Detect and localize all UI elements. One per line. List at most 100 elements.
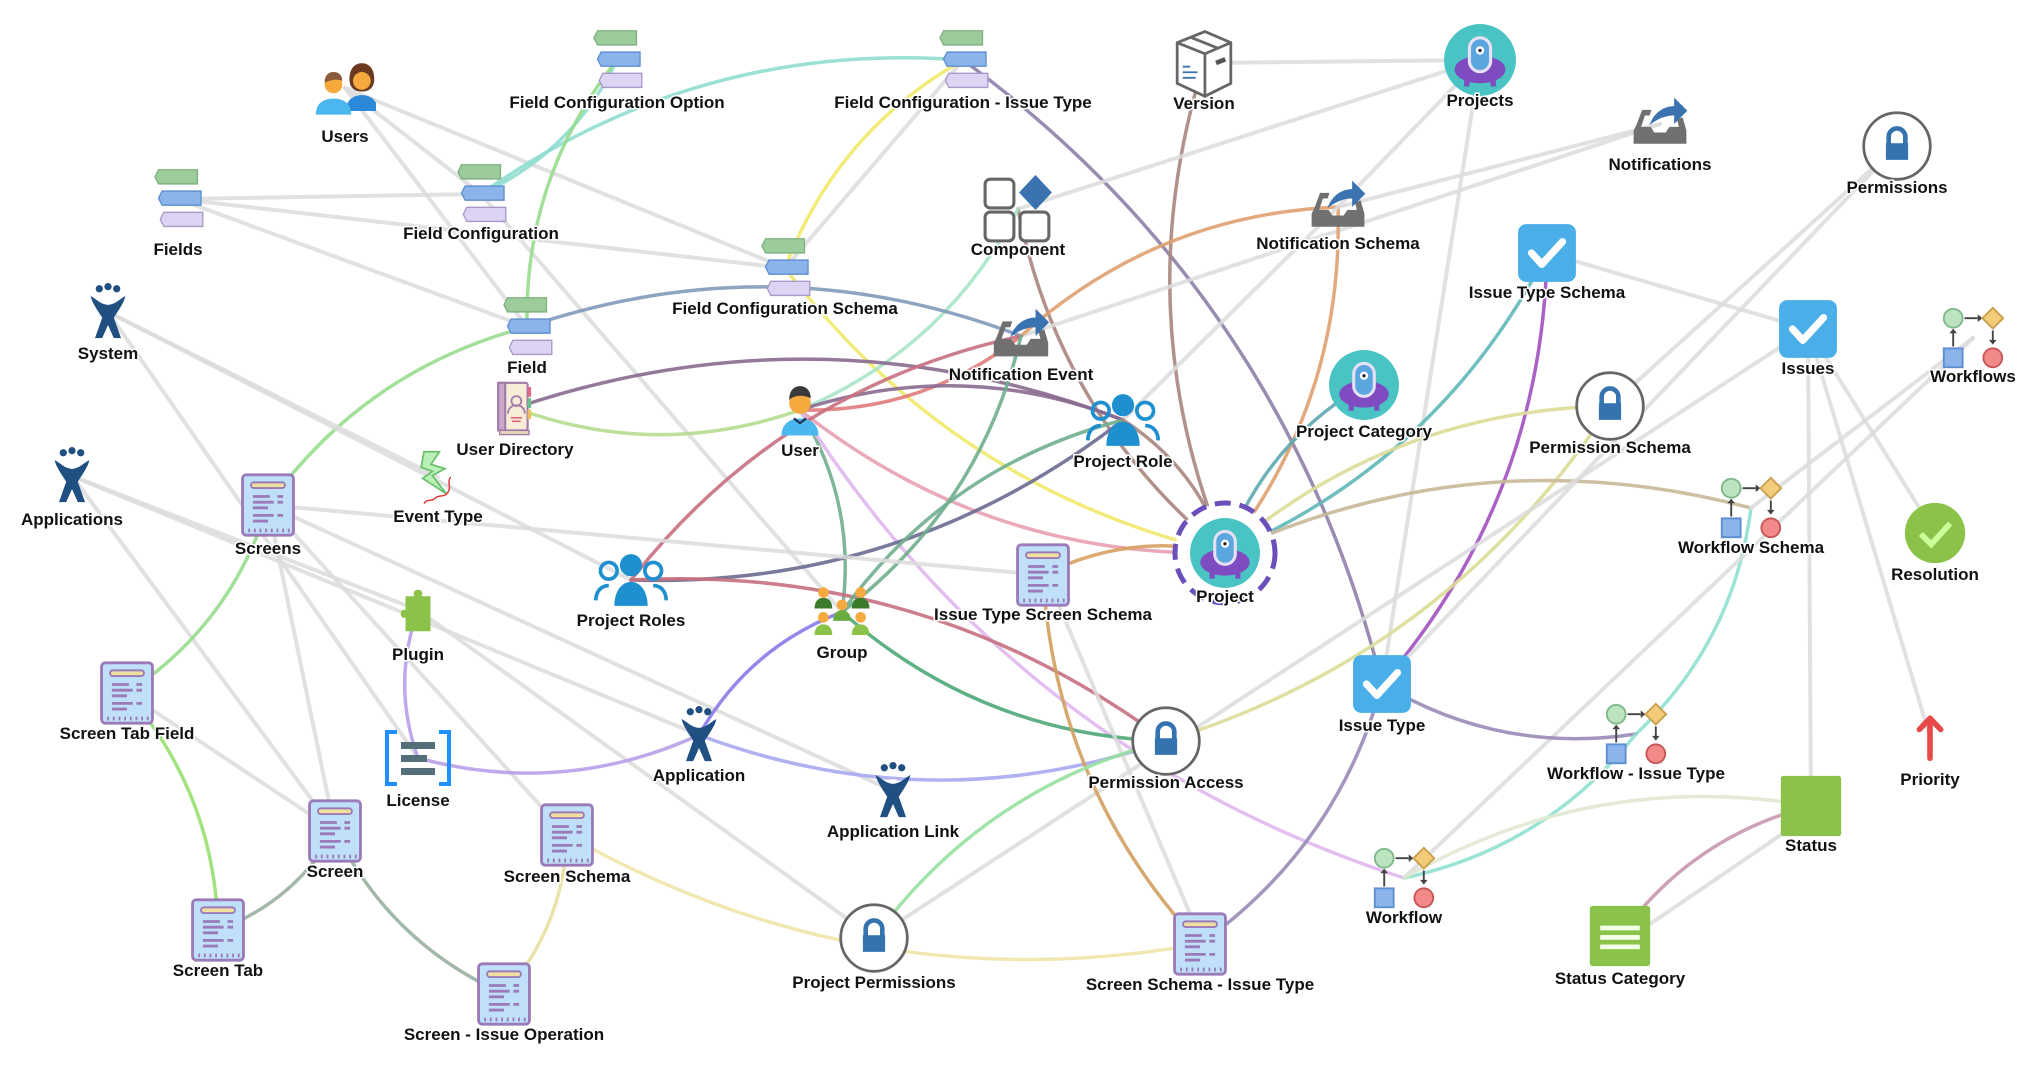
node-project-permissions[interactable]: Project Permissions [791,905,957,994]
edge-plugin-project-permissions [416,608,876,940]
atlassian-logo-icon [875,762,911,818]
node-label: Issue Type Screen Schema [934,605,1153,624]
license-bracket-icon [387,732,449,784]
fields-stack-icon [503,296,553,356]
node-label: Project Permissions [792,973,955,992]
green-square-icon [1780,775,1842,837]
screen-doc-icon [476,962,532,1026]
node-label: Permission Access [1088,773,1243,792]
notification-tray-icon [1633,97,1688,144]
node-label: Resolution [1891,565,1979,584]
screen-doc-icon [190,898,246,962]
node-label: User Directory [456,440,574,459]
node-screen-tab[interactable]: Screen Tab [171,898,265,982]
node-project-roles[interactable]: Project Roles [575,554,687,632]
node-label: Users [321,127,368,146]
node-workflows[interactable]: Workflows [1929,306,2017,388]
node-label: Field Configuration Option [509,93,724,112]
node-label: Workflows [1930,367,2016,386]
project-avatar-icon [1328,349,1400,421]
edge-plugin-license [403,608,420,760]
screen-doc-icon [539,803,595,867]
node-label: Application [653,766,746,785]
node-fields[interactable]: Fields [152,168,204,261]
node-label: Screens [235,539,301,558]
node-screen-tab-field[interactable]: Screen Tab Field [58,661,196,745]
puzzle-piece-icon [400,589,431,632]
fields-stack-icon [154,168,204,228]
node-label: Event Type [393,507,482,526]
screen-doc-icon [1015,543,1071,607]
node-label: Status Category [1555,969,1686,988]
node-screens[interactable]: Screens [233,473,303,560]
node-resolution[interactable]: Resolution [1890,503,1980,586]
edge-screens-screen-schema [266,503,569,837]
edge-issues-status [1806,327,1813,808]
edge-group-permission-access [840,610,1168,743]
screen-doc-icon [99,661,155,725]
node-label: Component [971,240,1066,259]
node-label: Issue Type [1339,716,1426,735]
node-workflow[interactable]: Workflow [1364,846,1444,929]
fields-stack-icon [593,29,643,89]
node-label: Fields [153,240,202,259]
node-projects[interactable]: Projects [1443,23,1517,112]
node-status-category[interactable]: Status Category [1553,905,1687,990]
nodes-layer: Fields Users Field Configuration Option Fie… [19,23,2017,1046]
address-book-icon [496,381,533,436]
node-field-configuration[interactable]: Field Configuration [402,163,560,245]
node-priority[interactable]: Priority [1899,718,1962,791]
node-field-configuration-issue-type[interactable]: Field Configuration - Issue Type [833,29,1093,114]
node-status[interactable]: Status [1780,775,1842,857]
node-users[interactable]: Users [315,63,378,148]
checkbox-icon [1779,300,1837,358]
list-square-icon [1589,905,1651,967]
node-field[interactable]: Field [503,296,553,379]
fields-stack-icon [457,163,507,223]
node-label: Field Configuration - Issue Type [834,93,1092,112]
node-label: Screen - Issue Operation [404,1025,604,1044]
node-label: Priority [1900,770,1960,789]
node-issue-type-schema[interactable]: Issue Type Schema [1467,224,1627,304]
edge-user-directory-user [513,406,802,437]
node-screen-issue-operation[interactable]: Screen - Issue Operation [402,962,606,1046]
edge-version-project [1168,61,1227,555]
edge-version-projects [1202,58,1482,65]
node-label: Issues [1782,359,1835,378]
node-license[interactable]: License [386,732,449,812]
node-issues[interactable]: Issues [1779,300,1837,380]
lock-circle-icon [1864,113,1931,180]
checkbox-icon [1518,224,1576,282]
node-field-configuration-option[interactable]: Field Configuration Option [508,29,726,114]
edge-user-project [798,408,1227,555]
node-project[interactable]: Project [1172,500,1278,608]
node-project-category[interactable]: Project Category [1294,349,1434,443]
node-screen-schema[interactable]: Screen Schema [502,803,632,888]
node-field-configuration-schema[interactable]: Field Configuration Schema [671,237,900,320]
node-issue-type[interactable]: Issue Type [1337,655,1427,737]
node-label: Project [1196,587,1254,606]
fields-stack-icon [939,29,989,89]
node-label: Field [507,358,547,377]
graph-canvas: Fields Users Field Configuration Option Fie… [19,23,2017,1046]
node-label: Applications [21,510,123,529]
edge-workflow-status [1402,794,1813,880]
node-label: Group [817,643,868,662]
node-permissions[interactable]: Permissions [1845,113,1949,199]
lock-circle-icon [1577,373,1644,440]
node-label: Notification Event [949,365,1094,384]
arrow-up-icon [1919,718,1940,758]
node-permission-access[interactable]: Permission Access [1087,708,1245,794]
node-user[interactable]: User [780,384,821,462]
node-label: System [78,344,138,363]
node-label: Status [1785,836,1837,855]
project-avatar-icon [1189,517,1261,589]
node-issue-type-screen-schema[interactable]: Issue Type Screen Schema [933,543,1154,626]
node-label: Screen Schema - Issue Type [1086,975,1314,994]
node-label: Project Roles [577,611,686,630]
project-avatar-icon [1443,23,1517,97]
node-version[interactable]: Version [1172,32,1236,115]
node-label: Permission Schema [1529,438,1691,457]
edge-notification-schema-notification-event [1019,205,1340,338]
node-screen[interactable]: Screen [305,799,365,883]
